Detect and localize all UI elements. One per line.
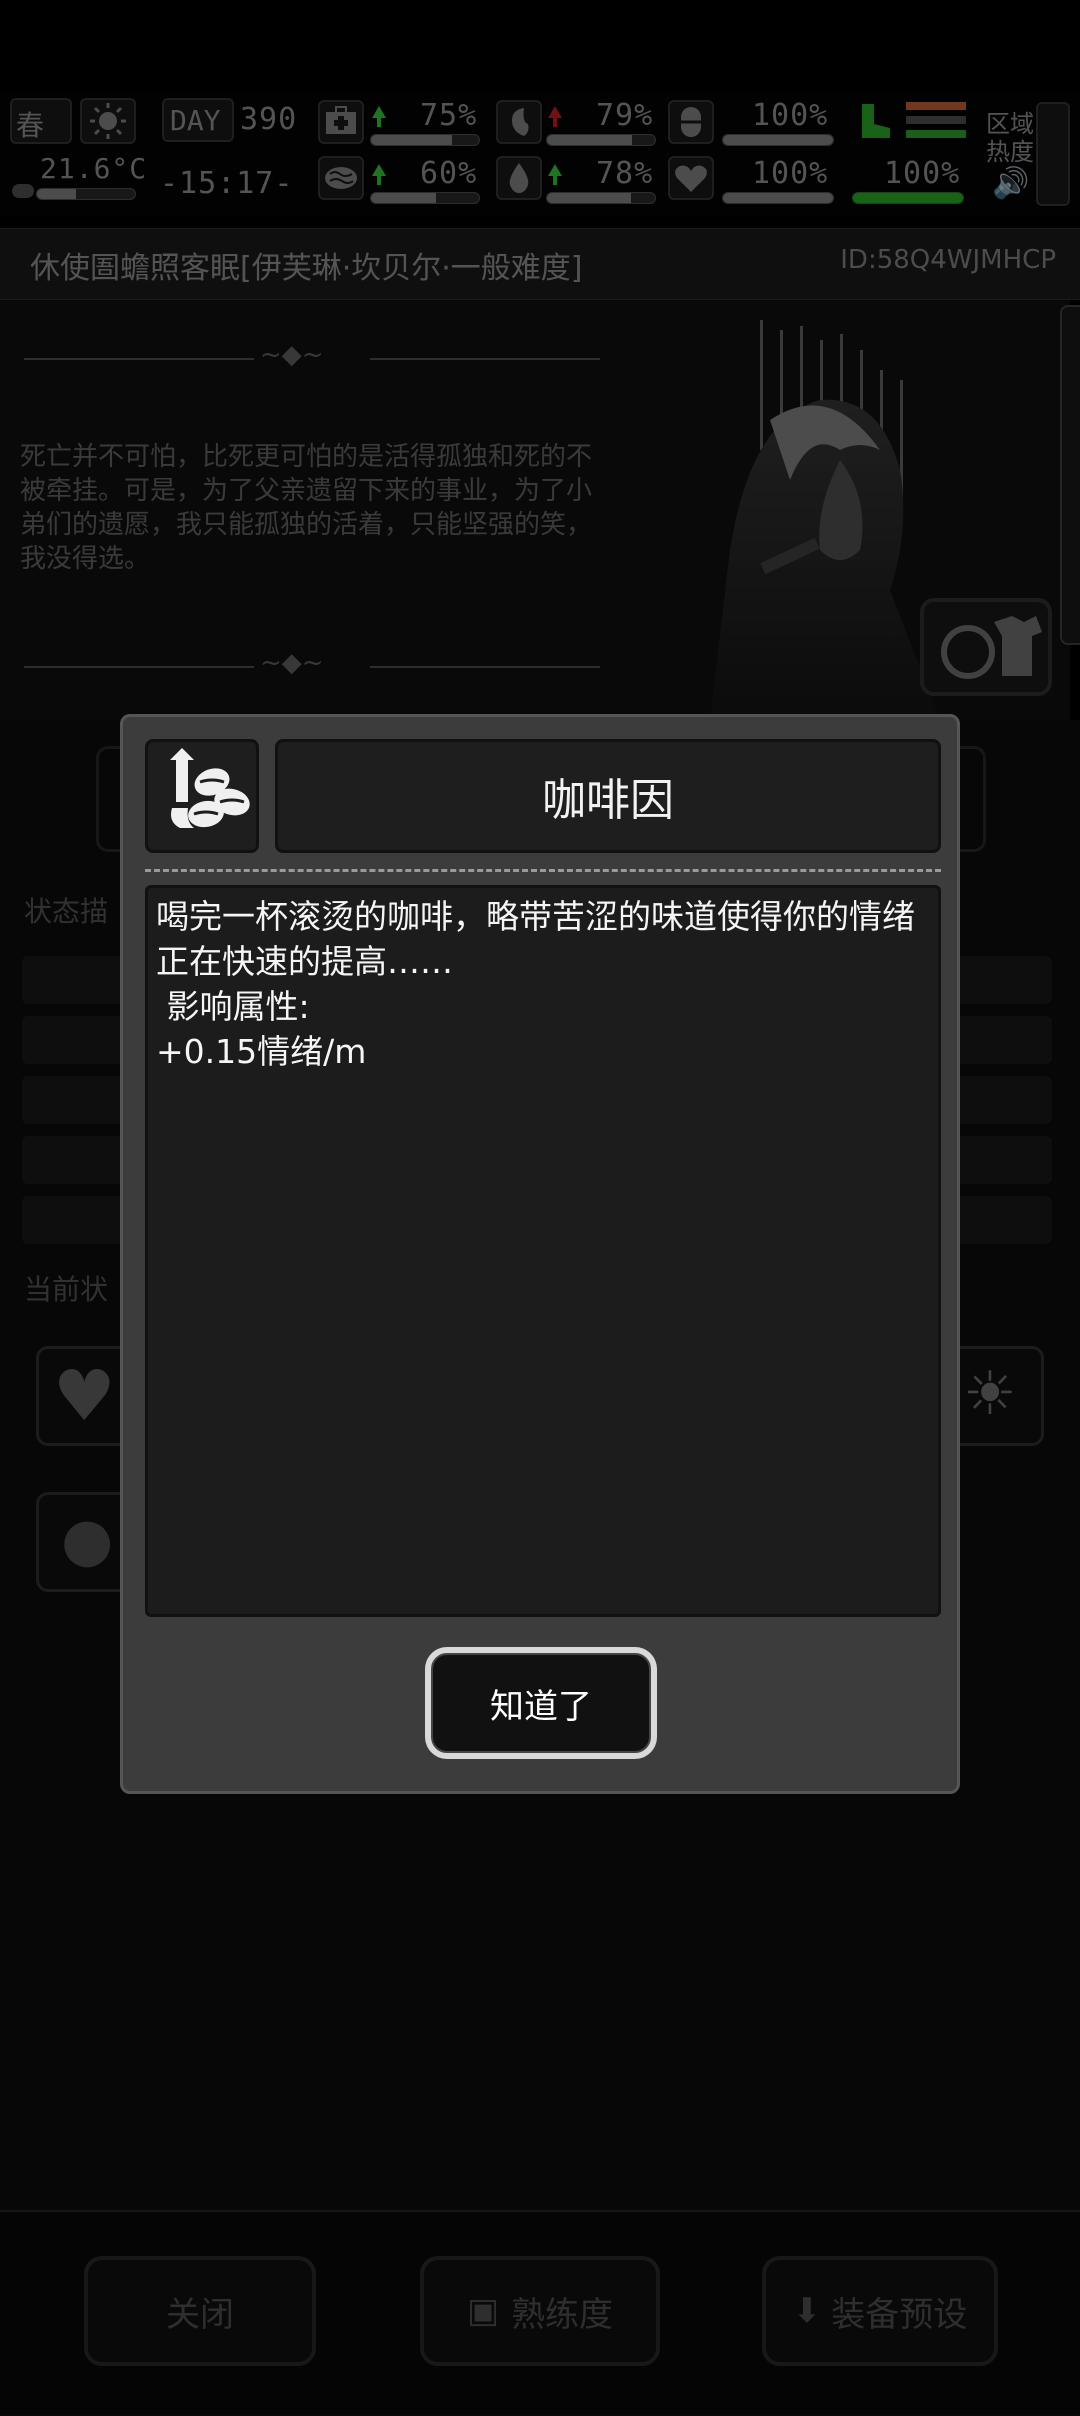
effect-attribute-value: +0.15情绪/m (156, 1032, 367, 1071)
effect-description: 喝完一杯滚烫的咖啡，略带苦涩的味道使得你的情绪正在快速的提高…… 影响属性: +… (145, 885, 941, 1617)
acknowledge-button-label: 知道了 (431, 1653, 651, 1753)
effect-icon-box (145, 739, 259, 853)
coffee-beans-up-icon (170, 748, 250, 828)
effect-title: 咖啡因 (275, 739, 941, 853)
dashed-divider (145, 869, 941, 872)
effect-info-dialog: 咖啡因 喝完一杯滚烫的咖啡，略带苦涩的味道使得你的情绪正在快速的提高…… 影响属… (120, 714, 960, 1794)
effect-description-line: 喝完一杯滚烫的咖啡，略带苦涩的味道使得你的情绪正在快速的提高…… (156, 897, 915, 981)
effect-attribute-label: 影响属性: (156, 987, 310, 1026)
effect-title-text: 咖啡因 (542, 775, 674, 826)
acknowledge-button[interactable]: 知道了 (425, 1647, 657, 1759)
